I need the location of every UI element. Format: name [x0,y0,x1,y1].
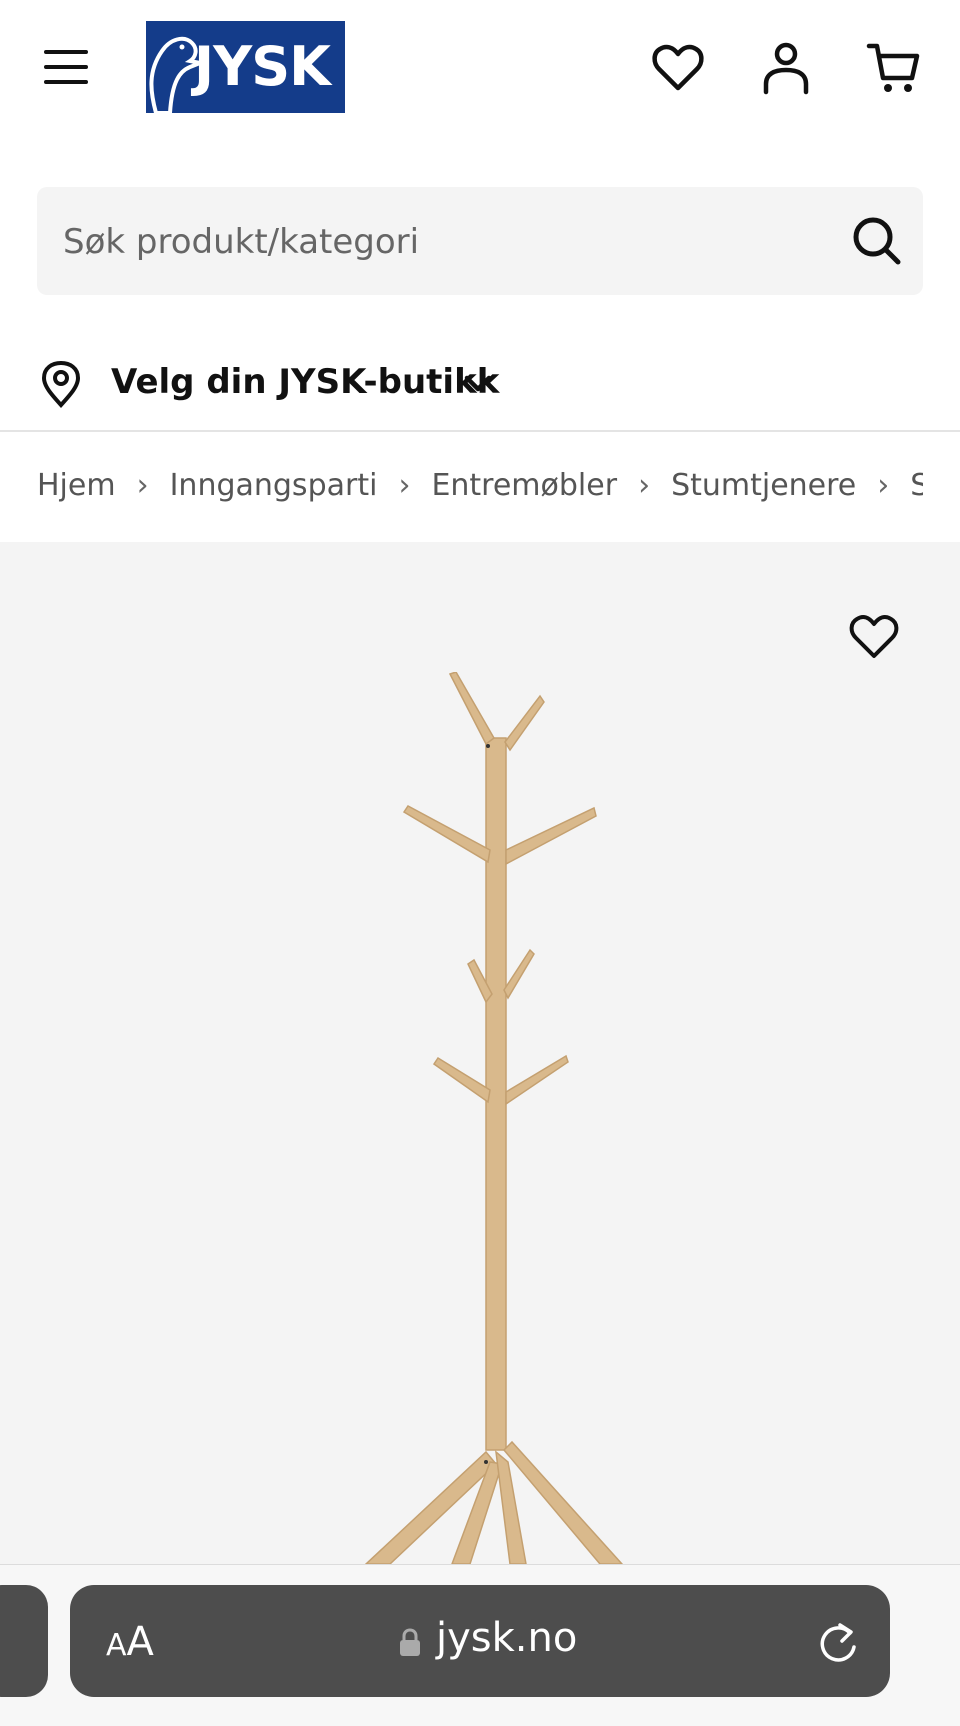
jysk-logo[interactable]: JYSK [146,21,345,113]
reload-icon[interactable] [816,1619,860,1665]
address-bar[interactable]: AA jysk.no [70,1585,890,1697]
browser-bottom-bar: AA jysk.no [0,1564,960,1726]
breadcrumb-item-current[interactable]: Stumtjener [910,468,923,503]
search-icon[interactable] [849,213,905,269]
heart-icon[interactable] [650,40,706,96]
previous-tab[interactable] [0,1585,48,1697]
user-icon[interactable] [758,40,814,96]
hamburger-menu-icon[interactable] [42,46,92,88]
coat-stand-image[interactable] [300,672,660,1564]
breadcrumb-separator-icon: › [638,468,651,503]
breadcrumb: Hjem › Inngangsparti › Entremøbler › Stumtjene… [0,432,960,542]
text-size-button[interactable]: AA [106,1619,154,1665]
breadcrumb-item-hjem[interactable]: Hjem [37,468,116,503]
site-header: JYSK [0,0,960,150]
store-selector[interactable]: Velg din JYSK-butikk [0,340,960,430]
search-input[interactable] [61,187,805,297]
search-bar [37,187,923,297]
breadcrumb-item-stumtjenere[interactable]: Stumtjenere [671,468,856,503]
chevron-down-icon [464,375,492,392]
breadcrumb-item-entremobler[interactable]: Entremøbler [431,468,617,503]
heart-icon[interactable] [848,612,900,660]
store-selector-label: Velg din JYSK-butikk [111,362,500,402]
breadcrumb-item-inngangsparti[interactable]: Inngangsparti [170,468,378,503]
cart-icon[interactable] [866,40,922,96]
lock-icon [400,1628,420,1656]
breadcrumb-separator-icon: › [877,468,890,503]
location-pin-icon [41,360,81,408]
breadcrumb-separator-icon: › [398,468,411,503]
logo-text: JYSK [194,35,331,98]
product-image-area [0,542,960,1564]
url-text: jysk.no [436,1615,578,1661]
breadcrumb-separator-icon: › [136,468,149,503]
